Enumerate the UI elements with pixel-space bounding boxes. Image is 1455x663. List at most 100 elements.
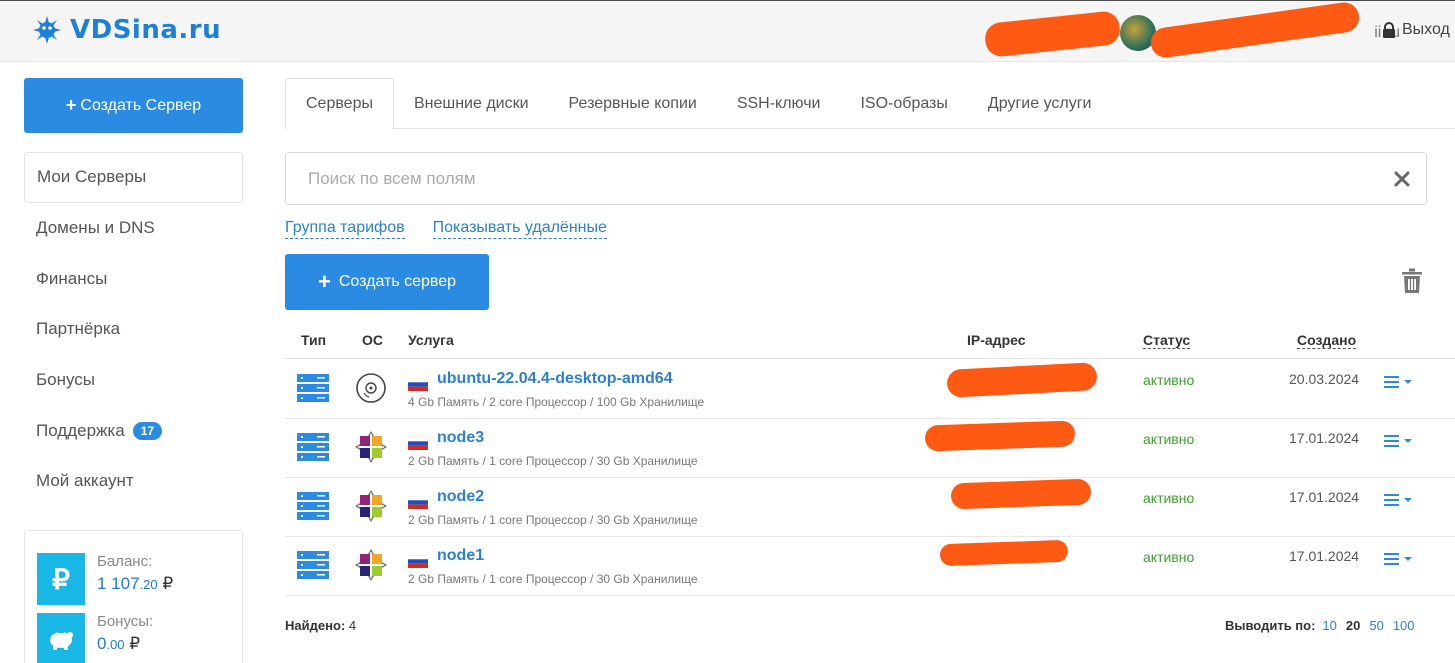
table-row[interactable]: ubuntu-22.04.4-desktop-amd64 4 Gb Память… — [285, 360, 1455, 419]
russia-flag-icon — [408, 555, 428, 568]
sidebar-item-domains[interactable]: Домены и DNS — [24, 203, 243, 254]
balance-panel: ₽ Баланс: 1 107.20 ₽ Бонусы: 0.00 ₽ — [24, 530, 243, 663]
col-status-sort[interactable]: Статус — [1143, 332, 1191, 349]
ip-redaction-mark — [939, 539, 1069, 567]
disc-icon — [356, 373, 386, 403]
service-spec: 2 Gb Память / 1 core Процессор / 30 Gb Х… — [408, 454, 698, 468]
bonuses-value[interactable]: 0.00 ₽ — [97, 634, 153, 654]
piggy-bank-icon — [37, 613, 85, 663]
filter-links: Группа тарифов Показывать удалённые — [285, 218, 607, 239]
per-page-option-100[interactable]: 100 — [1393, 618, 1415, 633]
service-name-link[interactable]: ubuntu-22.04.4-desktop-amd64 — [437, 370, 673, 388]
logout-label: Выход — [1402, 21, 1450, 38]
tab-servers[interactable]: Серверы — [285, 78, 394, 130]
status-label: активно — [1143, 549, 1195, 565]
centos-icon — [355, 431, 387, 463]
russia-flag-icon — [408, 496, 428, 509]
sidebar-item-label: Бонусы — [36, 370, 96, 390]
search-box — [285, 152, 1427, 205]
logo-text: VDSina.ru — [70, 15, 222, 45]
tab-backups[interactable]: Резервные копии — [549, 78, 717, 129]
sidebar-item-account[interactable]: Мой аккаунт — [24, 456, 243, 507]
per-page-option-10[interactable]: 10 — [1322, 618, 1336, 633]
status-label: активно — [1143, 372, 1195, 388]
row-menu-icon[interactable] — [1383, 372, 1417, 392]
tab-ssh-keys[interactable]: SSH-ключи — [717, 78, 841, 129]
row-menu-icon[interactable] — [1383, 431, 1417, 451]
top-bar: VDSina.ru ii.ru Выход — [0, 0, 1455, 62]
tab-other-services[interactable]: Другие услуги — [968, 78, 1112, 129]
russia-flag-icon — [408, 378, 428, 391]
per-page-option-20[interactable]: 20 — [1346, 618, 1360, 633]
logo[interactable]: VDSina.ru — [32, 15, 221, 45]
sidebar-item-label: Партнёрка — [36, 319, 121, 339]
ip-redaction-mark — [946, 362, 1098, 398]
created-date: 17.01.2024 — [1289, 430, 1360, 446]
col-type: Тип — [301, 332, 327, 348]
redaction-mark — [983, 10, 1122, 58]
bonuses-label: Бонусы: — [97, 613, 154, 630]
sidebar-item-bonuses[interactable]: Бонусы — [24, 355, 243, 406]
table-row[interactable]: node3 2 Gb Память / 1 core Процессор / 3… — [285, 419, 1455, 478]
sidebar-item-label: Мои Серверы — [37, 167, 147, 187]
sidebar-nav: Мои Серверы Домены и DNS Финансы Партнёр… — [24, 152, 243, 507]
search-input[interactable] — [286, 168, 1366, 189]
centos-icon — [355, 549, 387, 581]
sidebar-item-my-servers[interactable]: Мои Серверы — [24, 152, 243, 203]
service-spec: 2 Gb Память / 1 core Процессор / 30 Gb Х… — [408, 572, 698, 586]
create-server-sidebar-label: Создать Сервер — [80, 96, 202, 114]
logo-icon — [33, 16, 61, 44]
ruble-icon: ₽ — [37, 553, 85, 605]
sidebar-item-label: Поддержка — [36, 420, 125, 440]
plus-icon: + — [317, 269, 331, 294]
create-server-label: Создать сервер — [338, 273, 457, 290]
sidebar-item-label: Мой аккаунт — [36, 471, 134, 491]
col-ip: IP-адрес — [967, 332, 1026, 348]
service-name-link[interactable]: node1 — [437, 547, 484, 565]
tariff-group-link[interactable]: Группа тарифов — [285, 218, 405, 239]
service-spec: 4 Gb Память / 2 core Процессор / 100 Gb … — [408, 395, 705, 409]
tab-iso-images[interactable]: ISO-образы — [840, 78, 967, 129]
service-name-link[interactable]: node3 — [437, 429, 484, 447]
trash-icon[interactable] — [1401, 268, 1423, 294]
sidebar-item-support[interactable]: Поддержка 17 — [24, 405, 243, 456]
status-label: активно — [1143, 431, 1195, 447]
per-page-selector: Выводить по: 10 20 50 100 — [1225, 618, 1415, 633]
table-row[interactable]: node1 2 Gb Память / 1 core Процессор / 3… — [285, 537, 1455, 596]
server-icon — [297, 374, 329, 402]
created-date: 17.01.2024 — [1289, 548, 1360, 564]
ip-redaction-mark — [950, 478, 1092, 510]
col-os: ОС — [362, 332, 383, 348]
create-server-button[interactable]: + Создать сервер — [285, 254, 489, 310]
plus-icon: + — [65, 95, 77, 115]
centos-icon — [355, 490, 387, 522]
bonus-row: Бонусы: 0.00 ₽ — [37, 613, 153, 663]
server-icon — [297, 551, 329, 579]
created-date: 17.01.2024 — [1289, 489, 1360, 505]
sidebar-item-finance[interactable]: Финансы — [24, 253, 243, 304]
sidebar-item-label: Финансы — [36, 268, 108, 288]
main-tabs: Серверы Внешние диски Резервные копии SS… — [285, 78, 1455, 130]
per-page-option-50[interactable]: 50 — [1369, 618, 1383, 633]
col-created-sort[interactable]: Создано — [1297, 332, 1357, 349]
found-value: 4 — [348, 618, 357, 633]
close-icon[interactable] — [1390, 167, 1414, 191]
sidebar-item-label: Домены и DNS — [36, 218, 155, 238]
found-count: Найдено: 4 — [285, 618, 356, 633]
per-page-label: Выводить по: — [1225, 618, 1316, 633]
lock-icon — [1383, 22, 1395, 38]
show-deleted-link[interactable]: Показывать удалённые — [432, 218, 607, 239]
found-label: Найдено: — [285, 618, 346, 633]
table-row[interactable]: node2 2 Gb Память / 1 core Процессор / 3… — [285, 478, 1455, 537]
row-menu-icon[interactable] — [1383, 490, 1417, 510]
russia-flag-icon — [408, 437, 428, 450]
support-count-badge: 17 — [132, 421, 163, 440]
table-header: Тип ОС Услуга IP-адрес Статус Создано — [285, 326, 1455, 359]
tab-external-disks[interactable]: Внешние диски — [394, 78, 549, 129]
service-name-link[interactable]: node2 — [437, 488, 484, 506]
balance-value[interactable]: 1 107.20 ₽ — [97, 574, 173, 594]
create-server-sidebar-button[interactable]: + Создать Сервер — [24, 78, 243, 133]
logout-link[interactable]: Выход — [1382, 21, 1450, 39]
row-menu-icon[interactable] — [1383, 549, 1417, 569]
sidebar-item-partner[interactable]: Партнёрка — [24, 304, 243, 355]
